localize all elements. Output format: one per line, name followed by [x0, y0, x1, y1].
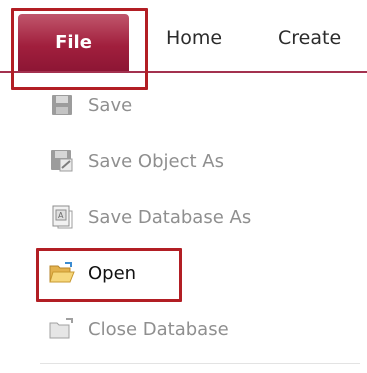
menu-item-close-database[interactable]: Close Database [38, 309, 338, 349]
menu-item-save-database-as[interactable]: A Save Database As [38, 197, 338, 237]
open-folder-icon [48, 259, 76, 287]
save-object-as-icon [48, 147, 76, 175]
save-icon [48, 91, 76, 119]
menu-item-label: Open [88, 262, 137, 284]
save-database-as-icon: A [48, 203, 76, 231]
close-database-icon [48, 315, 76, 343]
menu-item-label: Close Database [88, 318, 229, 340]
menu-item-open[interactable]: Open [38, 253, 338, 293]
ribbon: File Home Create [0, 0, 367, 73]
file-menu: Save Save Object As A Save Database As O… [0, 73, 367, 373]
svg-text:A: A [58, 211, 64, 220]
tab-home[interactable]: Home [166, 27, 222, 49]
menu-item-label: Save Object As [88, 150, 224, 172]
menu-divider [40, 363, 360, 364]
menu-item-save[interactable]: Save [38, 85, 338, 125]
menu-item-label: Save Database As [88, 206, 252, 228]
menu-item-save-object-as[interactable]: Save Object As [38, 141, 338, 181]
tab-create[interactable]: Create [278, 27, 341, 49]
tab-file-label: File [55, 31, 92, 53]
tab-file[interactable]: File [18, 14, 129, 72]
menu-item-label: Save [88, 94, 133, 116]
